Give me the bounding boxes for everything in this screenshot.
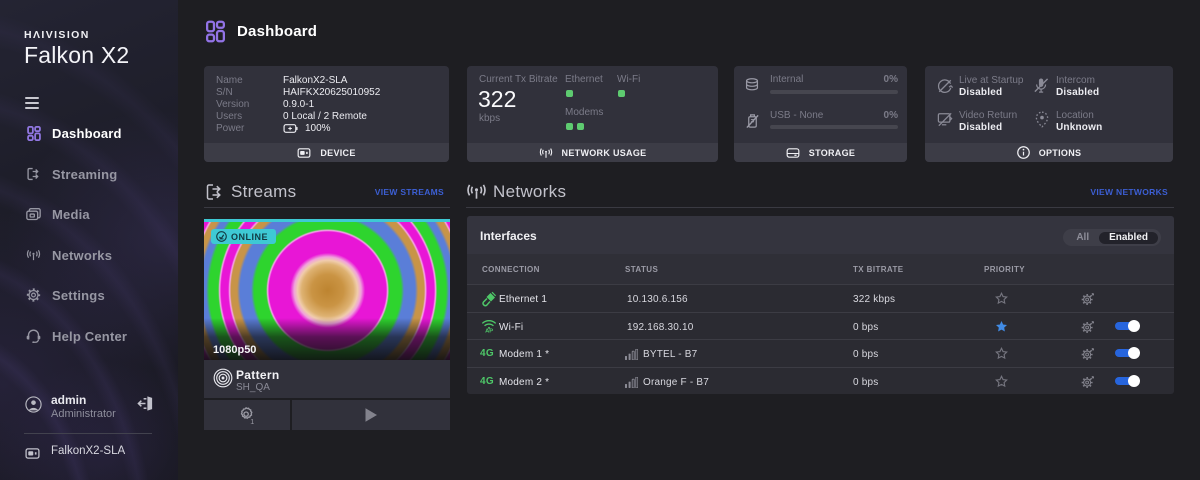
svg-text:1: 1 — [250, 417, 254, 425]
svg-text:AP: AP — [485, 328, 493, 333]
